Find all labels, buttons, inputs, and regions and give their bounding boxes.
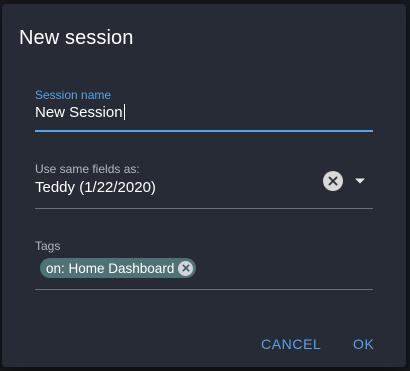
new-session-dialog: New session Session name New Session Use… (2, 4, 406, 367)
dropdown-triangle-glyph (355, 178, 365, 184)
tags-label: Tags (35, 239, 61, 253)
session-name-underline (35, 130, 373, 132)
clear-x-glyph (328, 176, 338, 186)
chevron-down-icon[interactable] (350, 171, 370, 191)
ok-button[interactable]: OK (353, 336, 374, 352)
session-name-input[interactable]: New Session (35, 104, 125, 121)
tags-underline (35, 289, 373, 290)
tag-chip-label: on: Home Dashboard (46, 260, 175, 276)
chip-delete-x-glyph (182, 264, 190, 272)
cancel-button[interactable]: CANCEL (261, 336, 321, 352)
same-fields-label: Use same fields as: (35, 162, 140, 176)
clear-icon[interactable] (323, 171, 343, 191)
tags-field[interactable]: Tags on: Home Dashboard (35, 239, 373, 290)
session-name-label: Session name (35, 88, 112, 102)
same-fields-underline (35, 208, 373, 209)
chip-delete-icon[interactable] (178, 260, 194, 276)
tag-chip[interactable]: on: Home Dashboard (40, 258, 197, 278)
same-fields-select[interactable]: Use same fields as: Teddy (1/22/2020) (35, 162, 373, 209)
session-name-value: New Session (35, 104, 123, 121)
dialog-title: New session (19, 27, 134, 49)
same-fields-value: Teddy (1/22/2020) (35, 179, 156, 196)
text-caret (123, 104, 125, 120)
session-name-field[interactable]: Session name New Session (35, 88, 373, 132)
